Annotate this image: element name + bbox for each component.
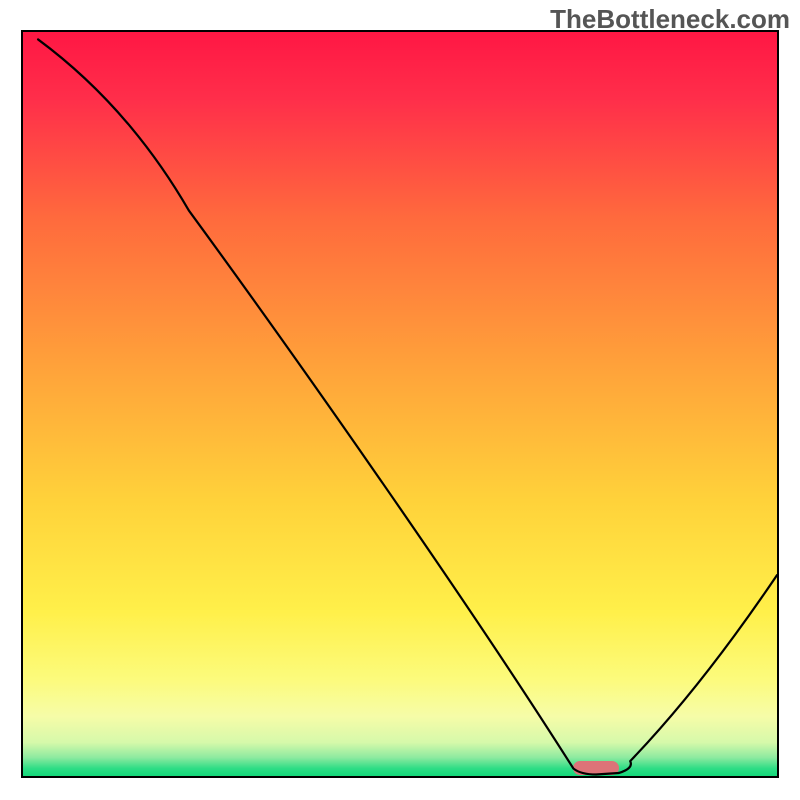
curve-path xyxy=(38,39,777,774)
chart-wrapper: TheBottleneck.com xyxy=(0,0,800,800)
watermark-label: TheBottleneck.com xyxy=(550,4,790,35)
chart-frame xyxy=(21,30,779,778)
bottleneck-curve xyxy=(23,32,777,776)
